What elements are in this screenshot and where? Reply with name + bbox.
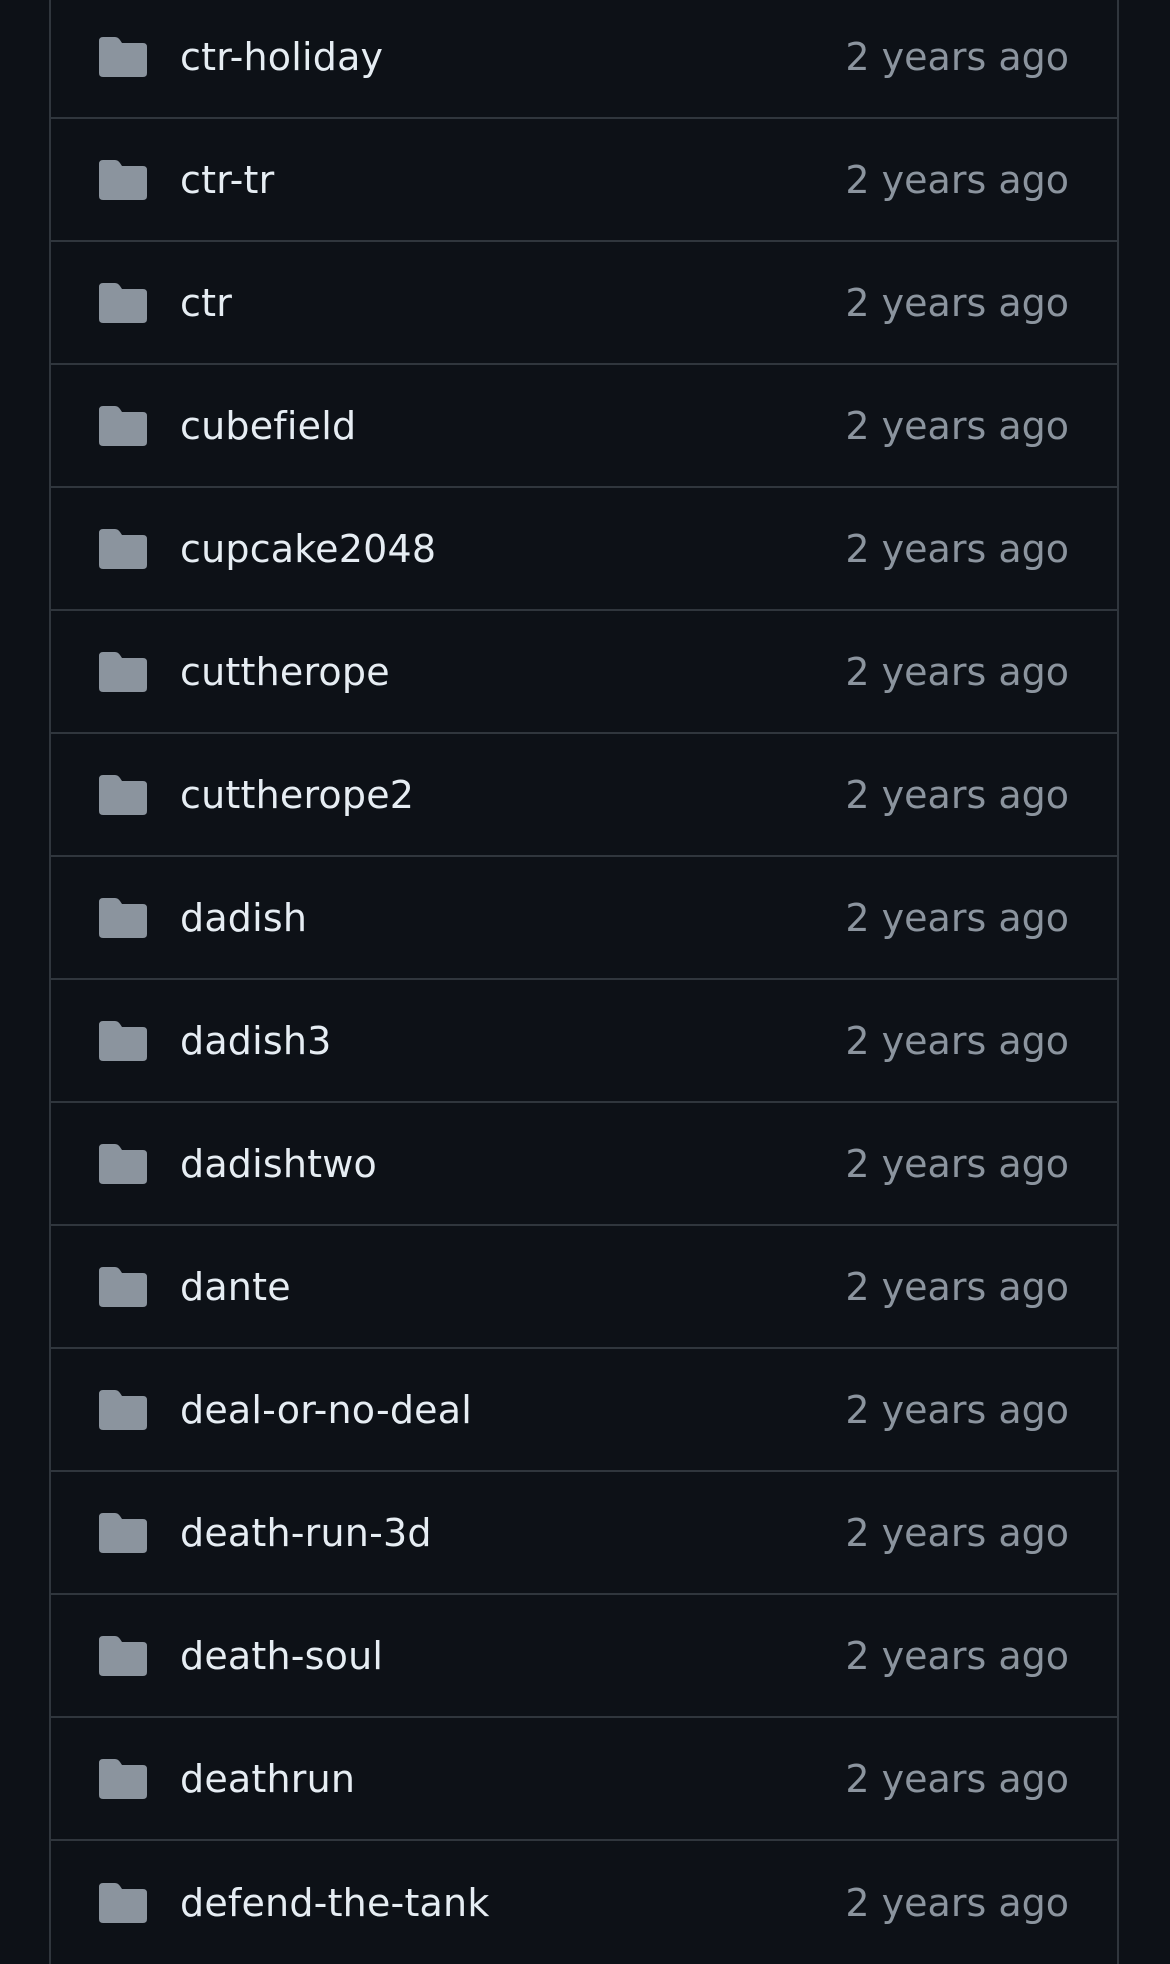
last-updated: 2 years ago [845, 1880, 1069, 1925]
last-updated: 2 years ago [845, 1756, 1069, 1801]
file-name[interactable]: ctr-tr [180, 158, 274, 202]
file-name[interactable]: death-soul [180, 1634, 383, 1678]
file-list: ctr-holiday 2 years ago ctr-tr 2 years a… [49, 0, 1119, 1964]
last-updated: 2 years ago [845, 280, 1069, 325]
file-name[interactable]: dadish3 [180, 1019, 332, 1063]
folder-icon [99, 897, 147, 938]
file-row[interactable]: death-soul 2 years ago [51, 1595, 1117, 1718]
folder-icon [99, 1758, 147, 1799]
file-name[interactable]: deal-or-no-deal [180, 1388, 472, 1432]
file-name[interactable]: cubefield [180, 404, 356, 448]
last-updated: 2 years ago [845, 157, 1069, 202]
folder-icon [99, 1882, 147, 1923]
file-row[interactable]: cuttherope2 2 years ago [51, 734, 1117, 857]
folder-icon [99, 282, 147, 323]
file-row[interactable]: dadish3 2 years ago [51, 980, 1117, 1103]
last-updated: 2 years ago [845, 526, 1069, 571]
file-name[interactable]: deathrun [180, 1757, 355, 1801]
last-updated: 2 years ago [845, 1018, 1069, 1063]
folder-icon [99, 159, 147, 200]
file-name[interactable]: dadishtwo [180, 1142, 377, 1186]
last-updated: 2 years ago [845, 1633, 1069, 1678]
file-name[interactable]: cupcake2048 [180, 527, 436, 571]
folder-icon [99, 528, 147, 569]
last-updated: 2 years ago [845, 34, 1069, 79]
folder-icon [99, 405, 147, 446]
last-updated: 2 years ago [845, 895, 1069, 940]
file-row[interactable]: defend-the-tank 2 years ago [51, 1841, 1117, 1964]
file-row[interactable]: death-run-3d 2 years ago [51, 1472, 1117, 1595]
file-name[interactable]: defend-the-tank [180, 1881, 490, 1925]
file-row[interactable]: cubefield 2 years ago [51, 365, 1117, 488]
folder-icon [99, 1266, 147, 1307]
folder-icon [99, 1512, 147, 1553]
file-row[interactable]: ctr 2 years ago [51, 242, 1117, 365]
file-name[interactable]: dadish [180, 896, 307, 940]
file-row[interactable]: ctr-tr 2 years ago [51, 119, 1117, 242]
last-updated: 2 years ago [845, 1264, 1069, 1309]
file-row[interactable]: deal-or-no-deal 2 years ago [51, 1349, 1117, 1472]
folder-icon [99, 774, 147, 815]
folder-icon [99, 1020, 147, 1061]
file-name[interactable]: cuttherope2 [180, 773, 414, 817]
file-row[interactable]: deathrun 2 years ago [51, 1718, 1117, 1841]
file-row[interactable]: dadish 2 years ago [51, 857, 1117, 980]
file-row[interactable]: cuttherope 2 years ago [51, 611, 1117, 734]
last-updated: 2 years ago [845, 1387, 1069, 1432]
file-row[interactable]: cupcake2048 2 years ago [51, 488, 1117, 611]
file-row[interactable]: dante 2 years ago [51, 1226, 1117, 1349]
last-updated: 2 years ago [845, 772, 1069, 817]
last-updated: 2 years ago [845, 403, 1069, 448]
file-row[interactable]: dadishtwo 2 years ago [51, 1103, 1117, 1226]
file-name[interactable]: ctr-holiday [180, 35, 383, 79]
folder-icon [99, 1143, 147, 1184]
file-name[interactable]: ctr [180, 281, 232, 325]
file-row[interactable]: ctr-holiday 2 years ago [51, 0, 1117, 119]
file-name[interactable]: death-run-3d [180, 1511, 432, 1555]
folder-icon [99, 1389, 147, 1430]
last-updated: 2 years ago [845, 1510, 1069, 1555]
last-updated: 2 years ago [845, 1141, 1069, 1186]
folder-icon [99, 1635, 147, 1676]
file-name[interactable]: dante [180, 1265, 291, 1309]
folder-icon [99, 36, 147, 77]
folder-icon [99, 651, 147, 692]
last-updated: 2 years ago [845, 649, 1069, 694]
file-name[interactable]: cuttherope [180, 650, 390, 694]
